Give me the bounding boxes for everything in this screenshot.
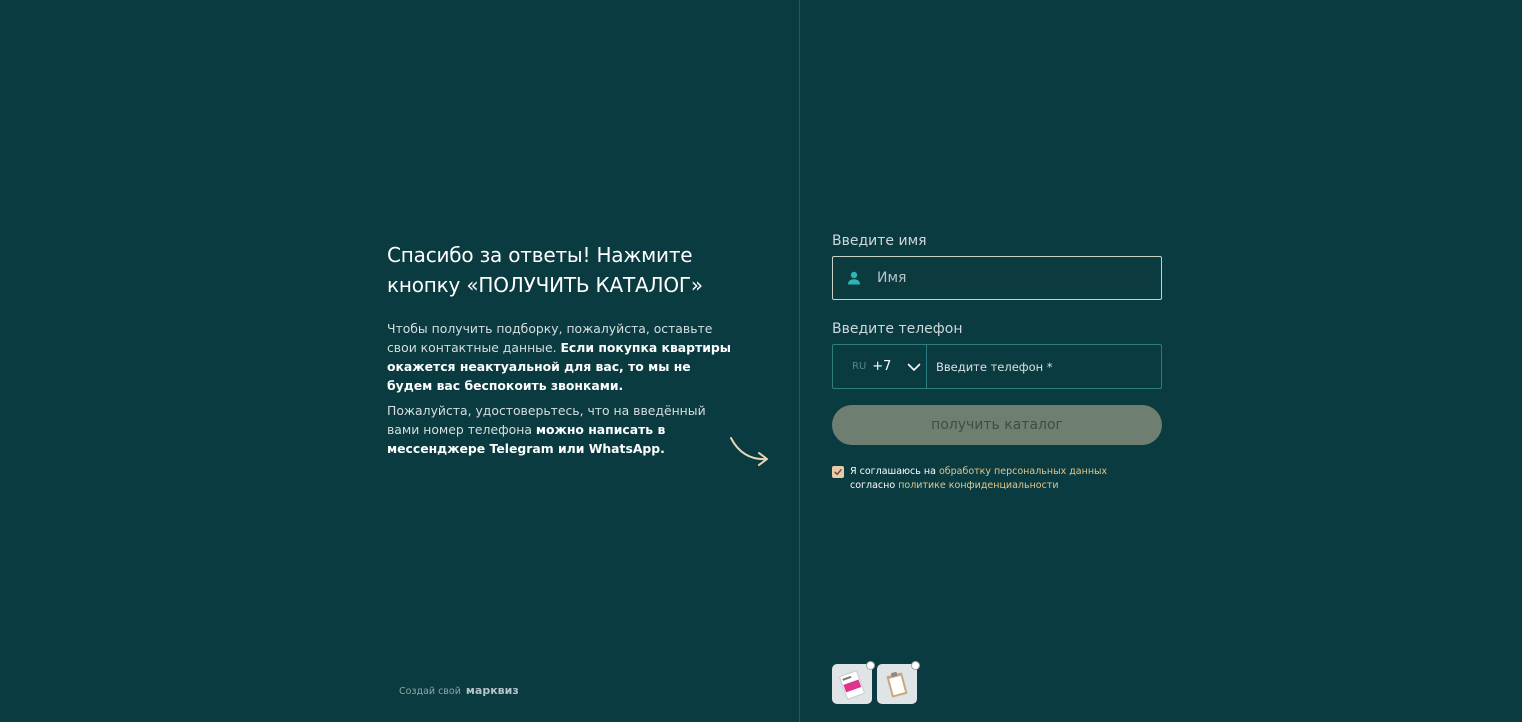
country-code: RU (852, 361, 867, 372)
contact-form: Введите имя Введите телефон RU +7 получи… (832, 232, 1162, 493)
name-input[interactable] (875, 257, 1149, 299)
chevron-down-icon (908, 363, 921, 371)
dial-code: +7 (872, 359, 892, 374)
intro-paragraph-2: Пожалуйста, удостоверьтесь, что на введё… (387, 401, 732, 458)
consent-checkbox[interactable] (832, 466, 844, 478)
panel-divider (799, 0, 800, 722)
country-code-select[interactable]: RU +7 (833, 345, 927, 388)
intro-panel: Спасибо за ответы! Нажмите кнопку «ПОЛУЧ… (387, 240, 732, 464)
name-label: Введите имя (832, 233, 927, 249)
clipboard-icon (886, 671, 908, 698)
name-field[interactable] (832, 256, 1162, 300)
catalog-thumbnails (832, 661, 920, 704)
personal-data-link[interactable]: обработку персональных данных (939, 466, 1107, 477)
arrow-right-icon (730, 437, 768, 466)
phone-input[interactable] (927, 345, 1158, 388)
phone-field: RU +7 (832, 344, 1162, 389)
get-catalog-button[interactable]: получить каталог (832, 405, 1162, 445)
consent-row: Я соглашаюсь на обработку персональных д… (832, 465, 1162, 493)
phone-label: Введите телефон (832, 321, 963, 337)
catalog-thumbnail-1[interactable] (832, 661, 875, 704)
catalog-thumbnail-2[interactable] (877, 661, 920, 704)
lock-badge-icon (911, 661, 920, 670)
consent-prefix: Я соглашаюсь на (850, 466, 939, 477)
privacy-policy-link[interactable]: политике конфиденциальности (898, 480, 1058, 491)
page-title: Спасибо за ответы! Нажмите кнопку «ПОЛУЧ… (387, 243, 703, 297)
quiz-page: Спасибо за ответы! Нажмите кнопку «ПОЛУЧ… (0, 0, 1522, 722)
consent-text: Я соглашаюсь на обработку персональных д… (850, 465, 1150, 493)
lock-badge-icon (866, 661, 875, 670)
user-icon (848, 271, 860, 285)
checkmark-icon (834, 469, 842, 475)
marquiz-credit-link[interactable]: Создай свой марквиз (399, 684, 519, 697)
marquiz-logo: марквиз (465, 684, 519, 697)
intro-paragraph-1: Чтобы получить подборку, пожалуйста, ост… (387, 319, 732, 395)
consent-middle: согласно (850, 480, 899, 491)
credit-text: Создай свой (399, 686, 461, 697)
catalog-booklet-icon (839, 670, 865, 700)
